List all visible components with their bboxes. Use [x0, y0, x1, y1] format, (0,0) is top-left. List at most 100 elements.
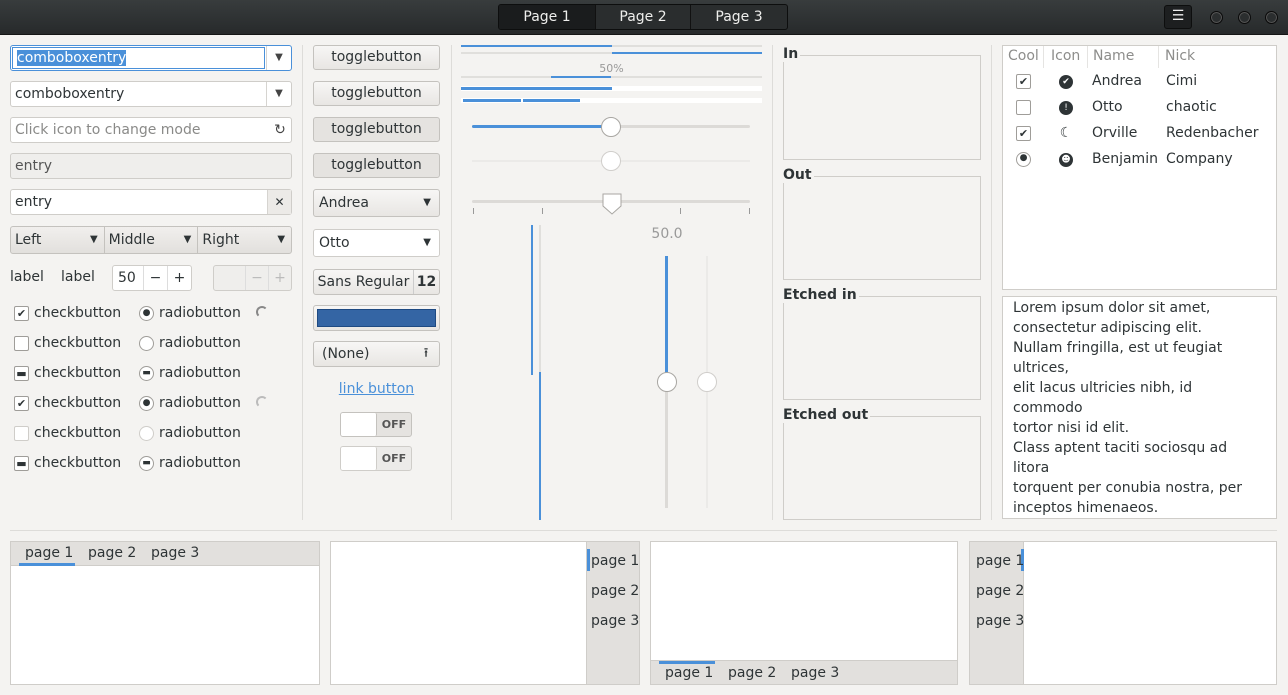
- vscale-1[interactable]: [657, 256, 677, 508]
- switch-1[interactable]: OFF: [340, 412, 412, 437]
- hscale-knob[interactable]: [601, 117, 621, 137]
- hscale-2[interactable]: [472, 151, 750, 171]
- tree-row[interactable]: ✔ ☾ Orville Redenbacher: [1003, 120, 1276, 146]
- notebook-top-tabs: page 1 page 2 page 3: [11, 542, 319, 566]
- spin-button[interactable]: 50 − +: [112, 265, 192, 291]
- radiobutton[interactable]: radiobutton: [139, 425, 241, 441]
- entry-clearable[interactable]: entry ✕: [10, 189, 292, 215]
- mode-entry-placeholder: Click icon to change mode: [15, 122, 201, 138]
- combo-middle[interactable]: Middle ▼: [105, 227, 199, 253]
- checkbox-box: ✔: [14, 305, 29, 321]
- chevron-down-icon: ▼: [277, 234, 286, 245]
- tab-page-2[interactable]: page 2: [88, 545, 136, 561]
- tab-page-1[interactable]: page 1: [665, 665, 713, 681]
- radiobutton[interactable]: ● radiobutton: [139, 395, 241, 411]
- togglebutton-4[interactable]: togglebutton: [313, 153, 440, 178]
- togglebutton-1[interactable]: togglebutton: [313, 45, 440, 70]
- checkbutton[interactable]: checkbutton: [14, 335, 121, 351]
- hscale-pointer-knob[interactable]: [601, 192, 623, 216]
- radio-circle[interactable]: ●: [1016, 151, 1031, 167]
- clear-icon[interactable]: ✕: [267, 190, 291, 214]
- chevron-down-icon: ▼: [423, 197, 431, 208]
- refresh-icon[interactable]: ↻: [269, 118, 291, 142]
- hscale-knob[interactable]: [601, 151, 621, 171]
- minus-icon[interactable]: −: [143, 266, 167, 290]
- combo-andrea[interactable]: Andrea ▼: [313, 189, 440, 217]
- chevron-down-icon[interactable]: ▼: [266, 46, 291, 70]
- tab-page-2[interactable]: page 2: [728, 665, 776, 681]
- togglebutton-3[interactable]: togglebutton: [313, 117, 440, 142]
- checkbox-box[interactable]: ✔: [1016, 125, 1031, 141]
- plus-icon[interactable]: +: [167, 266, 191, 290]
- tab-page-3[interactable]: page 3: [976, 613, 1024, 629]
- maximize-button[interactable]: [1238, 11, 1251, 24]
- tab-page-1[interactable]: Page 1: [499, 5, 596, 29]
- tree-row[interactable]: ✔ ✔ Andrea Cimi: [1003, 68, 1276, 94]
- vscale-knob[interactable]: [697, 372, 717, 392]
- tree-icon-glyph: ✔: [1059, 75, 1073, 89]
- tab-page-2[interactable]: Page 2: [596, 5, 691, 29]
- togglebutton-2[interactable]: togglebutton: [313, 81, 440, 106]
- chevron-down-icon[interactable]: ▼: [266, 82, 291, 106]
- checkbutton[interactable]: ▬ checkbutton: [14, 455, 121, 471]
- hamburger-menu-icon[interactable]: ☰: [1164, 5, 1192, 29]
- hscale-1[interactable]: [472, 117, 750, 137]
- progress-bar-2: [461, 52, 762, 54]
- checkbutton-label: checkbutton: [34, 395, 122, 411]
- radiobutton[interactable]: ● radiobutton: [139, 305, 241, 321]
- combo-otto[interactable]: Otto ▼: [313, 229, 440, 257]
- hscale-marks[interactable]: [472, 192, 750, 218]
- checkbutton[interactable]: ✔ checkbutton: [14, 395, 121, 411]
- comboboxentry-1[interactable]: comboboxentry ▼: [10, 45, 292, 71]
- font-name: Sans Regular: [317, 274, 410, 290]
- active-tab-indicator: [19, 563, 75, 566]
- combo-left[interactable]: Left ▼: [11, 227, 105, 253]
- text-line: Nullam fringilla, est ut feugiat ultrice…: [1013, 340, 1223, 376]
- tab-page-3[interactable]: page 3: [591, 613, 639, 629]
- tab-page-1[interactable]: page 1: [976, 553, 1024, 569]
- switch-2[interactable]: OFF: [340, 446, 412, 471]
- text-view[interactable]: Lorem ipsum dolor sit amet, consectetur a…: [1002, 296, 1277, 519]
- font-button[interactable]: Sans Regular 12: [313, 269, 440, 295]
- color-swatch: [317, 309, 436, 327]
- tree-row[interactable]: ! Otto chaotic: [1003, 94, 1276, 120]
- tab-page-3[interactable]: Page 3: [691, 5, 787, 29]
- tree-nick-cell: Cimi: [1166, 73, 1198, 89]
- checkbutton[interactable]: checkbutton: [14, 425, 121, 441]
- tab-page-3[interactable]: page 3: [791, 665, 839, 681]
- vscale-track-2: [539, 225, 541, 520]
- frame-in-label: In: [783, 46, 801, 62]
- checkbutton[interactable]: ▬ checkbutton: [14, 365, 121, 381]
- alert-circle-icon: !: [1044, 99, 1088, 115]
- checkbox-box[interactable]: ✔: [1016, 73, 1031, 89]
- comboboxentry-2[interactable]: comboboxentry ▼: [10, 81, 292, 107]
- color-button[interactable]: [313, 305, 440, 331]
- tab-page-2[interactable]: page 2: [591, 583, 639, 599]
- minimize-button[interactable]: [1210, 11, 1223, 24]
- comboboxentry-2-text: comboboxentry: [15, 86, 125, 102]
- link-button[interactable]: link button: [313, 381, 440, 397]
- radiobutton[interactable]: radiobutton: [139, 335, 241, 351]
- radiobutton[interactable]: ▬ radiobutton: [139, 455, 241, 471]
- tree-row[interactable]: ● ☻ Benjamin Company: [1003, 146, 1276, 172]
- column-name[interactable]: Name: [1088, 46, 1159, 68]
- tab-page-2[interactable]: page 2: [976, 583, 1024, 599]
- column-icon[interactable]: Icon: [1044, 46, 1088, 68]
- tab-page-1[interactable]: page 1: [591, 553, 639, 569]
- radiobutton[interactable]: ▬ radiobutton: [139, 365, 241, 381]
- checkbutton[interactable]: ✔ checkbutton: [14, 305, 121, 321]
- checkbox-box[interactable]: [1016, 99, 1031, 115]
- minus-icon: −: [245, 266, 268, 290]
- file-chooser-button[interactable]: (None) ⭱: [313, 341, 440, 367]
- vscale-2[interactable]: [697, 256, 717, 508]
- close-button[interactable]: [1265, 11, 1278, 24]
- spin-button-disabled[interactable]: − +: [213, 265, 292, 291]
- tab-page-1[interactable]: page 1: [25, 545, 73, 561]
- column-nick[interactable]: Nick: [1159, 46, 1276, 68]
- mode-entry[interactable]: Click icon to change mode ↻: [10, 117, 292, 143]
- entry-disabled[interactable]: entry: [10, 153, 292, 179]
- tab-page-3[interactable]: page 3: [151, 545, 199, 561]
- column-cool[interactable]: Cool: [1003, 46, 1044, 68]
- combo-right[interactable]: Right ▼: [198, 227, 291, 253]
- vscale-knob[interactable]: [657, 372, 677, 392]
